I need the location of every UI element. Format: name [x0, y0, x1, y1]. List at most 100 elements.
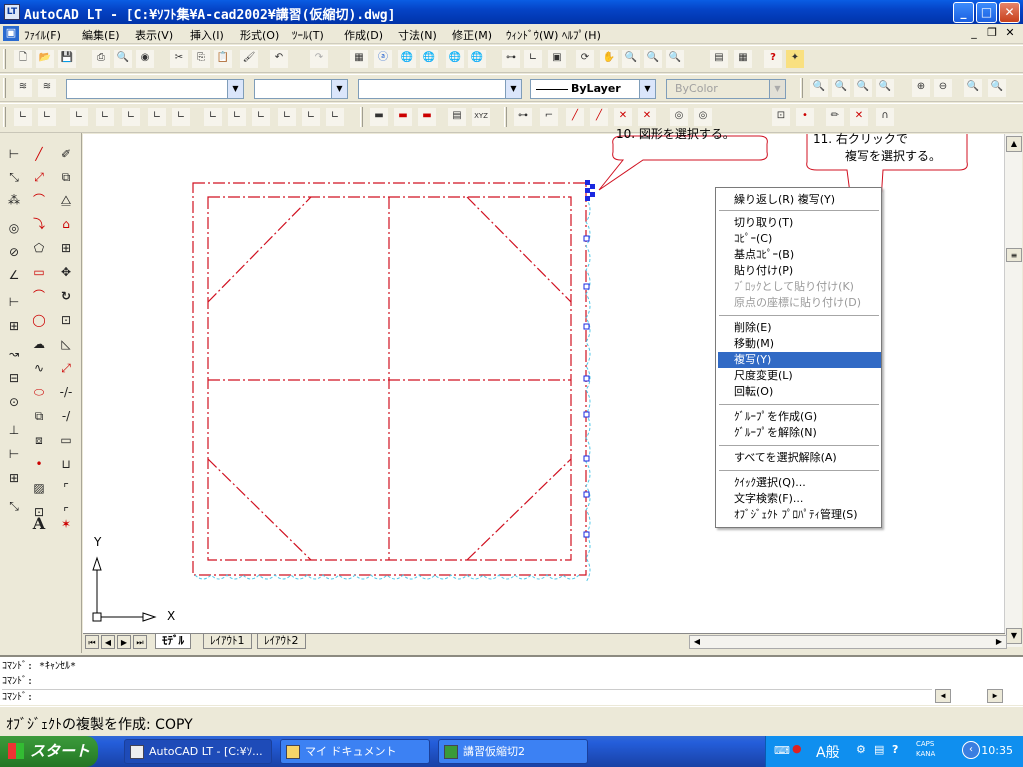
meet-now-icon[interactable]: 🌐 — [420, 50, 438, 68]
context-menu-item[interactable]: 複写(Y) — [718, 352, 881, 368]
osnap-settings-icon[interactable]: ∩ — [876, 108, 894, 126]
hatch-tool-icon[interactable]: ▨ — [28, 477, 50, 499]
osnap-ext-icon[interactable]: ╱ — [590, 108, 608, 126]
copy-icon[interactable]: ⎘ — [192, 50, 210, 68]
next-tab-icon[interactable]: ▶ — [117, 635, 131, 649]
vertical-scrollbar[interactable]: ▲ ≡ ▼ — [1004, 134, 1022, 647]
circle-tool-icon[interactable]: ◯ — [28, 309, 50, 331]
osnap-node-icon[interactable]: • — [796, 108, 814, 126]
quick-dim-tool-icon[interactable]: ⊢ — [3, 291, 25, 313]
ucs-manager-icon[interactable]: ∟ — [326, 108, 344, 126]
make-object-layer-current-icon[interactable]: ≋ — [38, 79, 56, 97]
redraw-icon[interactable]: ⟳ — [576, 50, 594, 68]
cmd-scroll-left-icon[interactable]: ◀ — [935, 689, 951, 703]
dim-edit-tool-icon[interactable]: ⊢ — [3, 443, 25, 465]
toolbar-grip[interactable] — [3, 49, 6, 69]
cut-icon[interactable]: ✂ — [170, 50, 188, 68]
ime-mode[interactable]: A般 — [816, 742, 840, 762]
menu-tools[interactable]: ﾂｰﾙ(T) — [292, 27, 324, 43]
first-tab-icon[interactable]: ⏮ — [85, 635, 99, 649]
osnap-midpoint-icon[interactable]: ⌐ — [540, 108, 558, 126]
context-menu-item[interactable]: ｺﾋﾟｰ(C) — [718, 231, 881, 247]
osnap-app-int-icon[interactable]: ✕ — [638, 108, 656, 126]
ucs-x-icon[interactable]: ∟ — [228, 108, 246, 126]
zoom-previous-icon[interactable]: 🔍 — [666, 50, 684, 68]
center-mark-tool-icon[interactable]: ⊥ — [3, 419, 25, 441]
save-icon[interactable]: 💾 — [58, 50, 76, 68]
today-icon[interactable]: ⓐ — [374, 50, 392, 68]
doc-restore-button[interactable]: ❐ — [984, 26, 1000, 41]
toolbar-grip[interactable] — [504, 107, 507, 127]
context-menu-item[interactable]: 文字検索(F)... — [718, 491, 881, 507]
tab-layout1[interactable]: ﾚｲｱｳﾄ1 — [203, 634, 252, 649]
ucs-icon[interactable]: ∟ — [524, 50, 542, 68]
offset-tool-icon[interactable]: ⌂ — [55, 213, 77, 235]
explode-tool-icon[interactable]: ✶ — [55, 513, 77, 535]
cmd-scroll-right-icon[interactable]: ▶ — [987, 689, 1003, 703]
chamfer-tool-icon[interactable]: ⌜ — [55, 477, 77, 499]
help-icon[interactable]: ? — [764, 50, 782, 68]
ucs-object-icon[interactable]: ∟ — [96, 108, 114, 126]
menu-dimension[interactable]: 寸法(N) — [398, 27, 437, 43]
redo-icon[interactable]: ↷ — [310, 50, 328, 68]
close-button[interactable]: ✕ — [999, 2, 1020, 23]
ucs-z-icon[interactable]: ∟ — [278, 108, 296, 126]
diagonal-top-right[interactable] — [466, 196, 572, 303]
design-center-icon[interactable]: ▦ — [734, 50, 752, 68]
hyperlink-icon[interactable]: 🌐 — [446, 50, 464, 68]
scroll-down-icon[interactable]: ▼ — [1006, 628, 1022, 644]
undo-icon[interactable]: ↶ — [270, 50, 288, 68]
diagonal-bottom-right[interactable] — [466, 458, 572, 561]
osnap-none-icon[interactable]: ✕ — [850, 108, 868, 126]
dim-baseline-tool-icon[interactable]: ⊞ — [3, 315, 25, 337]
toolbar-grip[interactable] — [3, 78, 6, 98]
command-window[interactable]: ｺﾏﾝﾄﾞ: *ｷｬﾝｾﾙ* ｺﾏﾝﾄﾞ: ｺﾏﾝﾄﾞ: ◀ ▶ — [0, 655, 1023, 705]
polygon-tool-icon[interactable]: ⤵ — [28, 213, 50, 235]
context-menu-item[interactable]: 削除(E) — [718, 320, 881, 336]
rotate-tool-icon[interactable]: ↻ — [55, 285, 77, 307]
menu-modify[interactable]: 修正(M) — [452, 27, 492, 43]
zoom-dynamic-icon[interactable]: 🔍 — [832, 79, 850, 97]
zoom-realtime-icon[interactable]: 🔍 — [622, 50, 640, 68]
ime-tool-icon[interactable]: ● — [792, 742, 802, 755]
match-properties-icon[interactable]: 🖌 — [240, 50, 258, 68]
layer-dropdown[interactable]: ▼ — [66, 79, 244, 99]
spline-tool-icon[interactable]: ∿ — [28, 357, 50, 379]
zoom-center-icon[interactable]: 🔍 — [876, 79, 894, 97]
dim-radius-tool-icon[interactable]: ◎ — [3, 217, 25, 239]
new-file-icon[interactable]: 🗋 — [14, 50, 32, 68]
context-menu-item[interactable]: ｸｲｯｸ選択(Q)... — [718, 475, 881, 491]
doc-minimize-button[interactable]: _ — [966, 26, 982, 41]
designcenter-icon[interactable]: ▦ — [350, 50, 368, 68]
ucs-3point-icon[interactable]: ∟ — [204, 108, 222, 126]
lineweight-dropdown[interactable]: ByLayer ▼ — [530, 79, 656, 99]
mirror-tool-icon[interactable]: ⧋ — [55, 189, 77, 211]
break-tool-icon[interactable]: ▭ — [55, 429, 77, 451]
keyboard-icon[interactable]: ⌨ — [774, 744, 790, 757]
osnap-line-icon[interactable]: ╱ — [566, 108, 584, 126]
horizontal-scrollbar[interactable]: ◀ ▶ — [689, 635, 1007, 649]
context-menu-item[interactable]: ｸﾞﾙｰﾌﾟを作成(G) — [718, 409, 881, 425]
dim-aligned-icon[interactable]: ▬ — [394, 108, 412, 126]
stretch-tool-icon[interactable]: ◺ — [55, 333, 77, 355]
toolbar-grip[interactable] — [800, 78, 803, 98]
last-tab-icon[interactable]: ⏭ — [133, 635, 147, 649]
dim-diameter-tool-icon[interactable]: ⊘ — [3, 241, 25, 263]
trim-tool-icon[interactable]: -/- — [55, 381, 77, 403]
prev-tab-icon[interactable]: ◀ — [101, 635, 115, 649]
make-block-tool-icon[interactable]: ⧈ — [28, 429, 50, 451]
dim-continue-tool-icon[interactable]: ↝ — [3, 343, 25, 365]
menu-insert[interactable]: 挿入(I) — [190, 27, 224, 43]
copy-tool-icon[interactable]: ⧉ — [55, 166, 77, 188]
ucs-view-icon[interactable]: ∟ — [122, 108, 140, 126]
express-tools-icon[interactable]: ✦ — [786, 50, 804, 68]
context-menu-item[interactable]: 切り取り(T) — [718, 215, 881, 231]
context-menu-item[interactable]: 繰り返し(R) 複写(Y) — [718, 192, 881, 208]
osnap-int-icon[interactable]: ✕ — [614, 108, 632, 126]
doc-close-button[interactable]: ✕ — [1002, 26, 1018, 41]
context-menu-item[interactable]: 尺度変更(L) — [718, 368, 881, 384]
start-button[interactable]: スタート — [0, 736, 98, 767]
zoom-out-icon[interactable]: ⊖ — [934, 79, 952, 97]
scroll-thumb[interactable]: ≡ — [1006, 248, 1022, 262]
snap-icon[interactable]: ⊶ — [502, 50, 520, 68]
